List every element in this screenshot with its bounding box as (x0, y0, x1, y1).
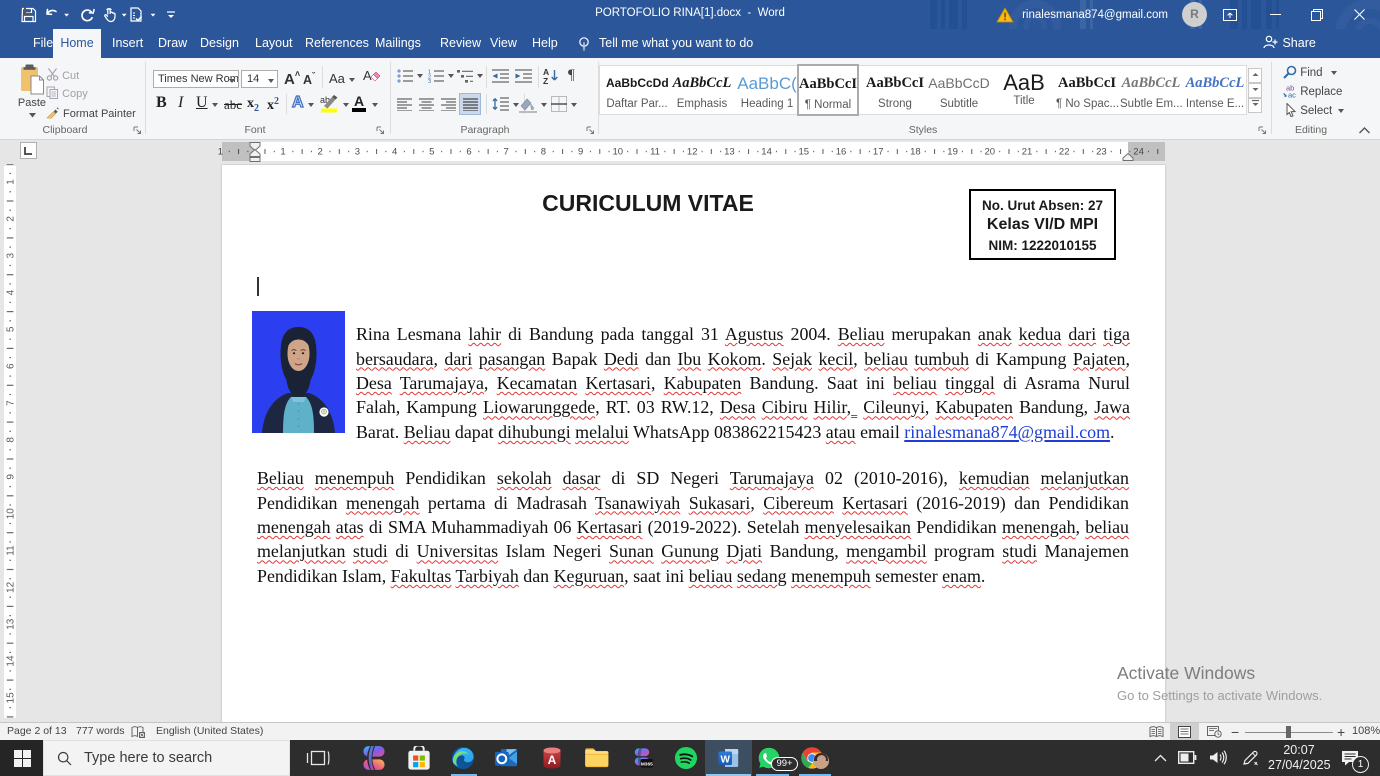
svg-text:2: 2 (6, 216, 17, 222)
svg-text:9: 9 (578, 147, 583, 158)
svg-text:13: 13 (724, 147, 735, 158)
svg-text:6: 6 (466, 147, 471, 158)
svg-text:W: W (720, 755, 730, 766)
svg-text:1: 1 (280, 147, 285, 158)
svg-text:3: 3 (355, 147, 360, 158)
svg-text:17: 17 (873, 147, 884, 158)
svg-text:18: 18 (910, 147, 921, 158)
svg-text:8: 8 (541, 147, 546, 158)
svg-text:6: 6 (6, 363, 17, 369)
svg-text:15: 15 (6, 692, 17, 704)
svg-text:10: 10 (613, 147, 624, 158)
svg-text:1: 1 (218, 147, 223, 158)
svg-text:7: 7 (6, 400, 17, 406)
svg-text:10: 10 (6, 508, 17, 520)
svg-text:23: 23 (1096, 147, 1107, 158)
svg-text:4: 4 (6, 289, 17, 295)
svg-text:4: 4 (392, 147, 397, 158)
svg-text:14: 14 (761, 147, 772, 158)
svg-text:9: 9 (6, 474, 17, 480)
svg-text:13: 13 (6, 618, 17, 630)
svg-text:12: 12 (687, 147, 698, 158)
svg-text:8: 8 (6, 437, 17, 443)
svg-text:14: 14 (6, 655, 17, 667)
svg-text:16: 16 (836, 147, 847, 158)
svg-text:3: 3 (6, 252, 17, 258)
svg-text:24: 24 (1133, 147, 1144, 158)
svg-text:A: A (548, 753, 557, 767)
svg-text:11: 11 (6, 545, 17, 556)
svg-text:ac: ac (1288, 91, 1296, 99)
svg-text:19: 19 (947, 147, 958, 158)
svg-text:M365: M365 (641, 761, 653, 767)
svg-text:2: 2 (318, 147, 323, 158)
svg-text:20: 20 (985, 147, 996, 158)
svg-text:5: 5 (6, 326, 17, 332)
svg-text:5: 5 (429, 147, 434, 158)
svg-text:3: 3 (428, 79, 431, 83)
svg-text:Z: Z (543, 76, 548, 85)
svg-text:A: A (363, 68, 372, 83)
svg-text:11: 11 (650, 147, 660, 158)
svg-text:7: 7 (504, 147, 509, 158)
svg-text:12: 12 (6, 581, 17, 593)
svg-text:22: 22 (1059, 147, 1070, 158)
svg-text:21: 21 (1022, 147, 1033, 158)
svg-text:15: 15 (799, 147, 810, 158)
svg-text:1: 1 (6, 179, 17, 185)
